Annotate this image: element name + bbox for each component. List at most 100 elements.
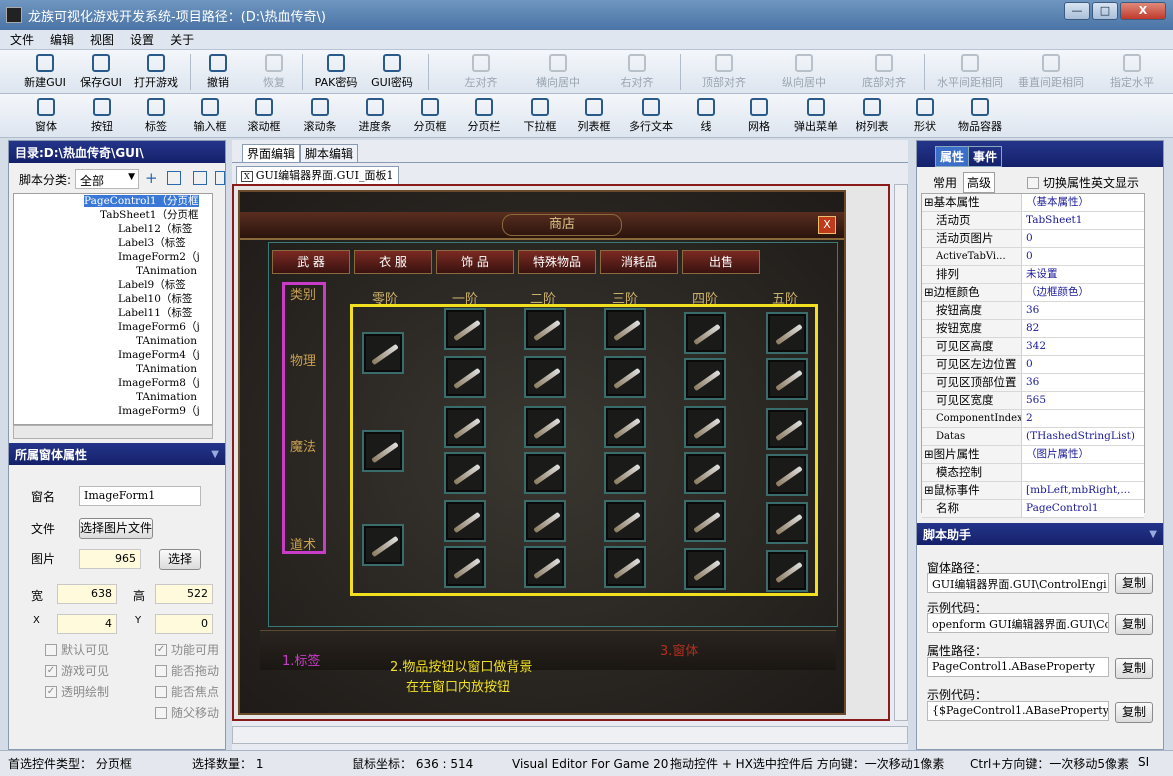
item-slot[interactable] <box>444 546 486 588</box>
scrollbar-tool[interactable]: 滚动条 <box>300 96 340 136</box>
tree-node[interactable]: TAnimation <box>14 264 212 278</box>
tab-properties[interactable]: 属性 <box>935 146 970 167</box>
tree-node[interactable]: ImageForm8（j <box>14 376 212 390</box>
item-slot[interactable] <box>444 308 486 350</box>
prop-row[interactable]: 可见区高度 342 <box>922 338 1144 356</box>
tree-node[interactable]: ImageForm6（j <box>14 320 212 334</box>
tree-node[interactable]: TAnimation <box>14 362 212 376</box>
item-slot[interactable] <box>444 406 486 448</box>
v-spacing-button[interactable]: 垂直间距相同 <box>1012 52 1090 92</box>
gui-password-button[interactable]: GUI密码 <box>368 52 416 92</box>
canvas-vscrollbar[interactable] <box>894 184 908 721</box>
label-tool[interactable]: 标签 <box>138 96 174 136</box>
copy-example2-button[interactable]: 复制 <box>1115 702 1153 723</box>
item-slot[interactable] <box>362 332 404 374</box>
item-slot[interactable] <box>444 356 486 398</box>
tree-node[interactable]: Label9（标签 <box>14 278 212 292</box>
tree-node[interactable]: Label11（标签 <box>14 306 212 320</box>
prop-row[interactable]: 模态控制 <box>922 464 1144 482</box>
tabbar-tool[interactable]: 分页栏 <box>464 96 504 136</box>
undo-button[interactable]: 撤销 <box>198 52 238 92</box>
copy-example1-button[interactable]: 复制 <box>1115 614 1153 635</box>
tab-advanced[interactable]: 高级 <box>963 172 996 193</box>
maximize-button[interactable]: □ <box>1092 2 1118 20</box>
english-props-toggle[interactable]: 切换属性英文显示 <box>1027 174 1139 191</box>
default-visible-checkbox[interactable]: 默认可见 <box>45 641 109 658</box>
scrollbox-tool[interactable]: 滚动框 <box>244 96 284 136</box>
prop-row[interactable]: Datas (THashedStringList) <box>922 428 1144 446</box>
item-slot[interactable] <box>444 452 486 494</box>
tree-node[interactable]: Label12（标签 <box>14 222 212 236</box>
form-path-field[interactable]: GUI编辑器界面.GUI\ControlEngi <box>927 573 1109 593</box>
width-field[interactable]: 638 <box>57 584 117 604</box>
progressbar-tool[interactable]: 进度条 <box>354 96 396 136</box>
height-field[interactable]: 522 <box>155 584 213 604</box>
prop-row[interactable]: 可见区顶部位置 36 <box>922 374 1144 392</box>
item-slot[interactable] <box>604 308 646 350</box>
add-folder-icon[interactable] <box>167 171 181 185</box>
item-slot[interactable] <box>684 548 726 590</box>
shop-tab-special[interactable]: 特殊物品 <box>518 250 596 274</box>
y-field[interactable]: 0 <box>155 614 213 634</box>
item-slot[interactable] <box>524 308 566 350</box>
copy-prop-path-button[interactable]: 复制 <box>1115 658 1153 679</box>
menu-about[interactable]: 关于 <box>170 31 194 48</box>
item-slot[interactable] <box>362 430 404 472</box>
shape-tool[interactable]: 形状 <box>910 96 940 136</box>
x-field[interactable]: 4 <box>57 614 117 634</box>
item-slot[interactable] <box>362 524 404 566</box>
align-right-button[interactable]: 右对齐 <box>614 52 660 92</box>
combobox-tool[interactable]: 下拉框 <box>520 96 560 136</box>
item-slot[interactable] <box>604 452 646 494</box>
item-slot[interactable] <box>524 452 566 494</box>
prop-row[interactable]: ComponentIndex 2 <box>922 410 1144 428</box>
prop-row[interactable]: ⊞鼠标事件 [mbLeft,mbRight,... <box>922 482 1144 500</box>
tree-node[interactable]: ImageForm9（j <box>14 404 212 418</box>
form-tool[interactable]: 窗体 <box>28 96 64 136</box>
item-slot[interactable] <box>684 312 726 354</box>
item-slot[interactable] <box>684 452 726 494</box>
select-button[interactable]: 选择 <box>159 549 201 570</box>
shop-tab-clothes[interactable]: 衣 服 <box>354 250 432 274</box>
treelist-tool[interactable]: 树列表 <box>852 96 892 136</box>
shop-tab-consumables[interactable]: 消耗品 <box>600 250 678 274</box>
item-slot[interactable] <box>766 312 808 354</box>
name-field[interactable]: ImageForm1 <box>79 486 201 506</box>
center-vertical-button[interactable]: 纵向居中 <box>776 52 832 92</box>
item-slot[interactable] <box>684 406 726 448</box>
menu-edit[interactable]: 编辑 <box>50 31 74 48</box>
close-icon[interactable]: X <box>241 171 253 182</box>
tree-node[interactable]: PageControl1（分页框 <box>14 194 212 208</box>
copy-form-path-button[interactable]: 复制 <box>1115 573 1153 594</box>
prop-row[interactable]: ⊞图片属性 （图片属性） <box>922 446 1144 464</box>
delete-icon[interactable] <box>215 171 225 185</box>
align-bottom-button[interactable]: 底部对齐 <box>856 52 912 92</box>
script-category-select[interactable]: 全部 ▼ <box>75 169 139 189</box>
component-tree[interactable]: PageControl1（分页框 TabSheet1（分页框 Label12（标… <box>13 193 213 425</box>
h-spacing-button[interactable]: 水平间距相同 <box>930 52 1010 92</box>
item-slot[interactable] <box>684 500 726 542</box>
menu-file[interactable]: 文件 <box>10 31 34 48</box>
center-horizontal-button[interactable]: 横向居中 <box>530 52 586 92</box>
transparent-draw-checkbox[interactable]: ✓ 透明绘制 <box>45 683 109 700</box>
canvas-hscrollbar[interactable] <box>232 726 908 744</box>
redo-button[interactable]: 恢复 <box>254 52 294 92</box>
item-slot[interactable] <box>524 356 566 398</box>
input-tool[interactable]: 输入框 <box>190 96 230 136</box>
tree-node[interactable]: Label3（标签 <box>14 236 212 250</box>
prop-row[interactable]: 排列 未设置 <box>922 266 1144 284</box>
draggable-checkbox[interactable]: 能否拖动 <box>155 662 219 679</box>
prop-row[interactable]: 按钮高度 36 <box>922 302 1144 320</box>
item-slot[interactable] <box>524 500 566 542</box>
shop-close-button[interactable]: X <box>818 216 836 234</box>
item-slot[interactable] <box>444 500 486 542</box>
line-tool[interactable]: 线 <box>694 96 718 136</box>
prop-row[interactable]: ActiveTabVi... 0 <box>922 248 1144 266</box>
prop-row[interactable]: 名称 PageControl1 <box>922 500 1144 518</box>
prop-row[interactable]: ⊞边框颜色 （边框颜色） <box>922 284 1144 302</box>
item-slot[interactable] <box>524 406 566 448</box>
align-top-button[interactable]: 顶部对齐 <box>696 52 752 92</box>
item-slot[interactable] <box>766 358 808 400</box>
minimize-button[interactable]: — <box>1064 2 1090 20</box>
pak-password-button[interactable]: PAK密码 <box>312 52 360 92</box>
